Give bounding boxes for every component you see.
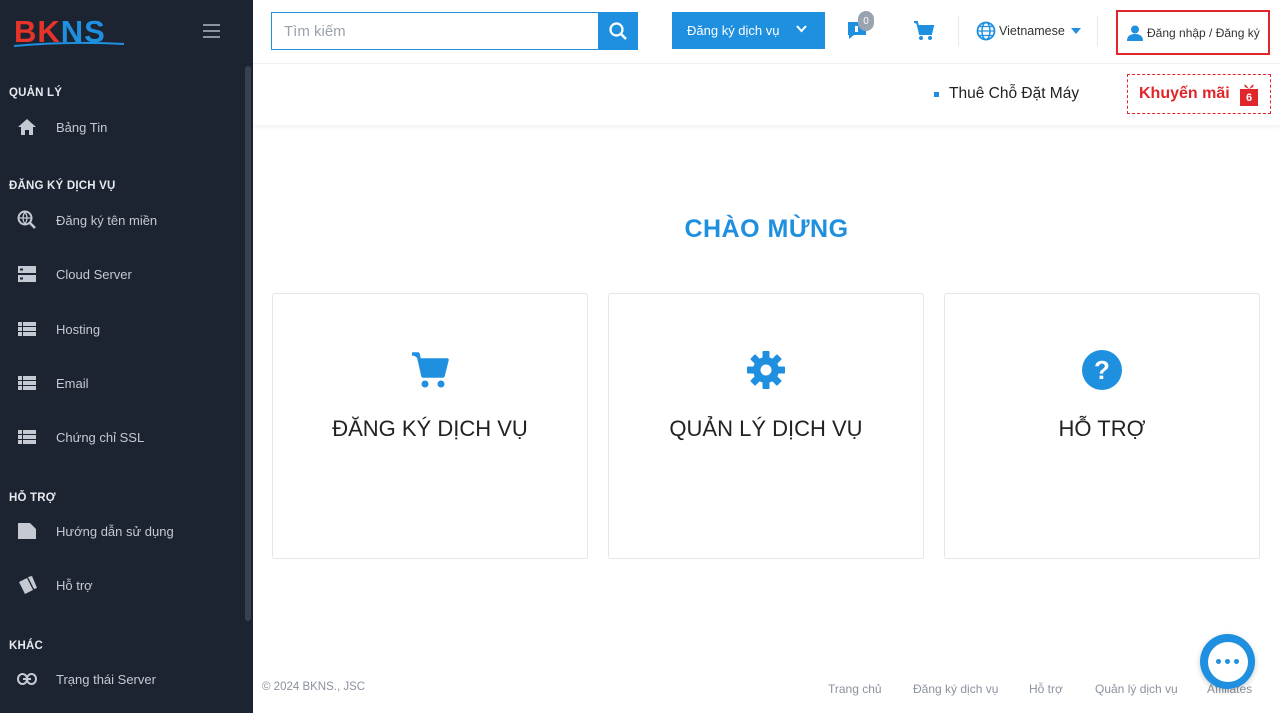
- tag-icon: [17, 521, 37, 541]
- sidebar-item-cloud-server[interactable]: Cloud Server: [0, 254, 240, 294]
- sidebar-item-domain[interactable]: Đăng ký tên miền: [0, 200, 240, 240]
- sidebar-item-label: Hỗ trợ: [56, 577, 93, 593]
- login-register-button[interactable]: Đăng nhập / Đăng ký: [1116, 10, 1270, 55]
- divider: [1097, 16, 1098, 46]
- sidebar-item-label: Hướng dẫn sử dụng: [56, 523, 174, 539]
- register-service-button[interactable]: Đăng ký dịch vụ: [672, 12, 825, 49]
- card-label: ĐĂNG KÝ DỊCH VỤ: [332, 416, 528, 441]
- sidebar-section-title: HỖ TRỢ: [9, 492, 56, 504]
- ticket-icon: [17, 575, 37, 595]
- menu-toggle-icon[interactable]: [203, 24, 220, 38]
- card-register-service[interactable]: ĐĂNG KÝ DỊCH VỤ: [272, 293, 588, 559]
- sidebar-item-guide[interactable]: Hướng dẫn sử dụng: [0, 511, 240, 551]
- link-icon: [17, 669, 37, 689]
- sidebar-item-email[interactable]: Email: [0, 363, 240, 403]
- globe-icon: [976, 21, 996, 41]
- list-icon: [17, 319, 37, 339]
- card-label: HỖ TRỢ: [1058, 416, 1146, 441]
- sidebar-section-title: ĐĂNG KÝ DỊCH VỤ: [9, 180, 116, 192]
- message-count-badge: 0: [858, 11, 874, 31]
- sidebar-item-label: Cloud Server: [56, 266, 132, 282]
- promotion-count: 6: [1240, 89, 1258, 106]
- caret-down-icon: [1070, 28, 1081, 34]
- sidebar-item-label: Trạng thái Server: [56, 671, 156, 687]
- gift-icon: 6: [1240, 81, 1258, 106]
- search-input[interactable]: [272, 13, 598, 49]
- sidebar-item-news[interactable]: Bảng Tin: [0, 107, 240, 147]
- question-icon: ?: [1082, 350, 1122, 390]
- sidebar-section-title: QUẢN LÝ: [9, 87, 63, 99]
- chat-button[interactable]: [1200, 634, 1255, 689]
- svg-text:?: ?: [1094, 355, 1110, 385]
- sidebar-item-support[interactable]: Hỗ trợ: [0, 565, 240, 605]
- card-support[interactable]: ? HỖ TRỢ: [944, 293, 1260, 559]
- chat-bubble-icon: [1207, 641, 1248, 682]
- footer-link-home[interactable]: Trang chủ: [828, 682, 882, 696]
- login-register-label: Đăng nhập / Đăng ký: [1147, 25, 1260, 40]
- list-icon: [17, 427, 37, 447]
- sidebar-item-label: Email: [56, 375, 89, 391]
- server-icon: [17, 264, 37, 284]
- welcome-heading: CHÀO MỪNG: [684, 215, 849, 243]
- domain-search-icon: [17, 210, 37, 230]
- card-manage-service[interactable]: QUẢN LÝ DỊCH VỤ: [608, 293, 924, 559]
- footer-link-register[interactable]: Đăng ký dịch vụ: [913, 682, 998, 696]
- cart-icon: [412, 352, 449, 388]
- logo-swoosh: [14, 41, 124, 47]
- chevron-down-icon: [796, 25, 807, 33]
- search-button[interactable]: [598, 13, 637, 49]
- sidebar-scrollbar[interactable]: [245, 66, 251, 621]
- sidebar-item-label: Đăng ký tên miền: [56, 212, 158, 228]
- list-icon: [17, 373, 37, 393]
- copyright: © 2024 BKNS., JSC: [262, 681, 366, 693]
- sidebar-item-hosting[interactable]: Hosting: [0, 309, 240, 349]
- bullet-icon: [934, 91, 939, 97]
- promotion-button[interactable]: Khuyến mãi 6: [1127, 74, 1271, 114]
- sidebar-item-label: Chứng chỉ SSL: [56, 429, 145, 445]
- divider: [958, 16, 959, 46]
- promotion-label: Khuyến mãi: [1139, 85, 1230, 102]
- cart-icon[interactable]: [913, 20, 935, 42]
- footer-link-manage[interactable]: Quản lý dịch vụ: [1095, 682, 1178, 696]
- colocation-link[interactable]: Thuê Chỗ Đặt Máy: [934, 85, 1079, 103]
- sidebar-item-server-status[interactable]: Trạng thái Server: [0, 659, 240, 699]
- card-label: QUẢN LÝ DỊCH VỤ: [669, 416, 863, 441]
- search-icon: [608, 22, 627, 40]
- sidebar-item-label: Bảng Tin: [56, 119, 108, 135]
- sidebar-item-label: Hosting: [56, 321, 101, 337]
- sidebar: BKNS QUẢN LÝ Bảng Tin ĐĂNG KÝ DỊCH VỤ Đă…: [0, 0, 253, 713]
- register-service-label: Đăng ký dịch vụ: [687, 23, 780, 38]
- language-label: Vietnamese: [999, 24, 1065, 38]
- language-selector[interactable]: Vietnamese: [976, 20, 1081, 42]
- sidebar-section-title: KHÁC: [9, 640, 44, 652]
- user-icon: [1127, 25, 1143, 41]
- sub-nav-bar: [253, 65, 1280, 125]
- sidebar-item-ssl[interactable]: Chứng chỉ SSL: [0, 417, 240, 457]
- footer-link-support[interactable]: Hỗ trợ: [1029, 682, 1063, 696]
- search-box: [271, 12, 638, 50]
- colocation-label: Thuê Chỗ Đặt Máy: [949, 85, 1080, 102]
- gear-icon: [747, 351, 785, 389]
- home-icon: [17, 117, 37, 137]
